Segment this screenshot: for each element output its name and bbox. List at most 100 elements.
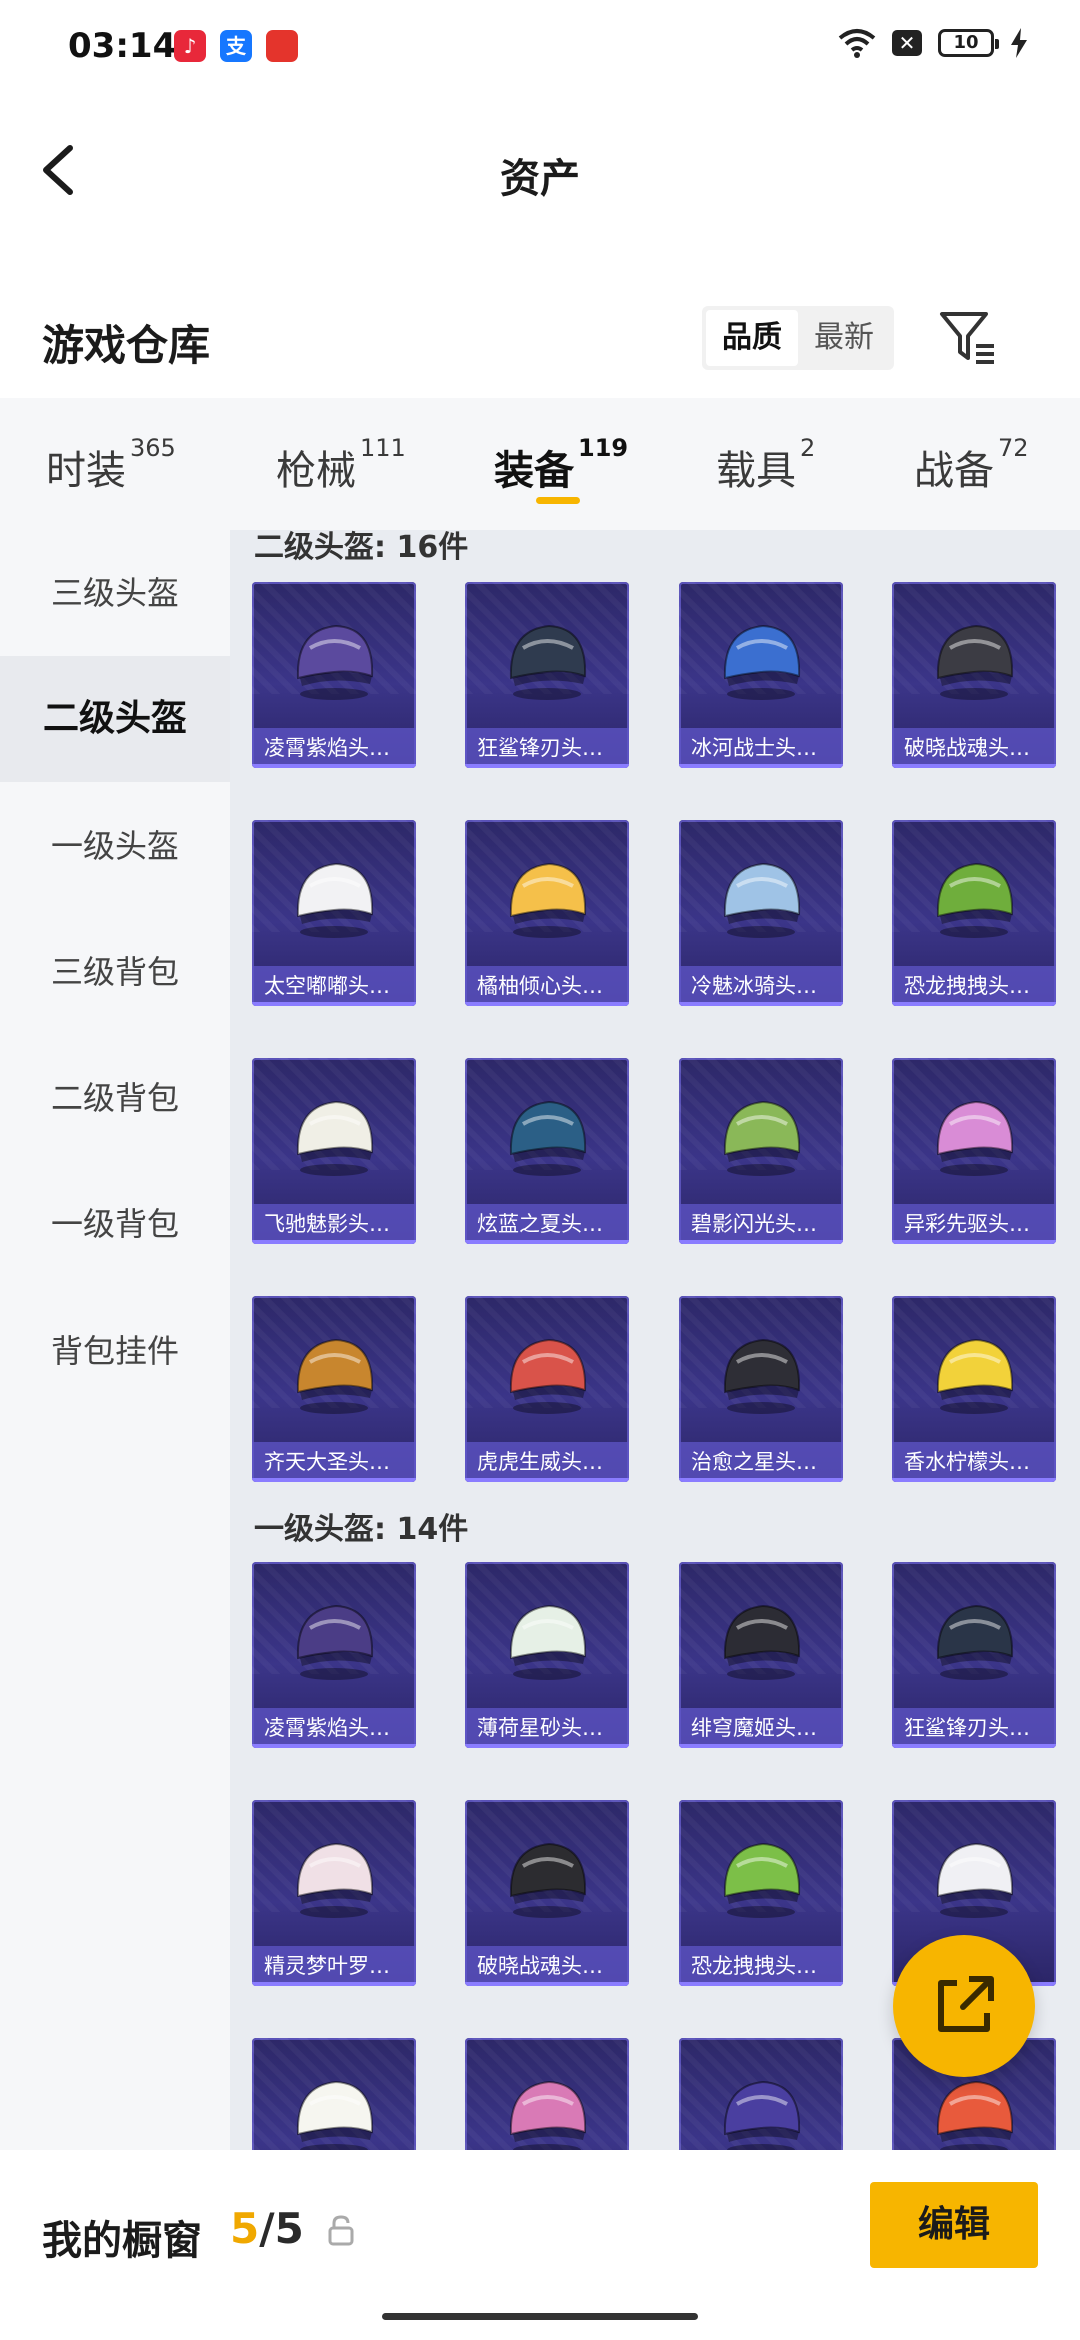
- helmet-icon: [497, 1322, 597, 1422]
- battery-level: 10: [953, 32, 979, 53]
- sidebar-item[interactable]: 三级背包: [0, 909, 230, 1035]
- rarity-bar: [679, 1002, 843, 1006]
- item-card[interactable]: 恐龙拽拽头…: [679, 1800, 843, 1986]
- notification-icons: ♪ 支: [174, 30, 298, 62]
- tab-count: 2: [800, 434, 816, 462]
- rarity-bar: [465, 1982, 629, 1986]
- helmet-icon: [924, 1322, 1024, 1422]
- item-card[interactable]: 凌霄紫焰头…: [252, 582, 416, 768]
- tab-fashion[interactable]: 时装 365: [46, 434, 176, 496]
- rarity-bar: [892, 1002, 1056, 1006]
- item-card[interactable]: 恐龙拽拽头…: [892, 820, 1056, 1006]
- rarity-bar: [252, 1982, 416, 1986]
- tab-count: 365: [130, 434, 176, 462]
- item-name: 恐龙拽拽头…: [679, 1946, 843, 1986]
- item-card[interactable]: 虎虎生威头…: [465, 1296, 629, 1482]
- item-card[interactable]: 薄荷星砂头…: [465, 1562, 629, 1748]
- status-time: 03:14: [68, 26, 177, 66]
- alipay-app-icon: 支: [220, 30, 252, 62]
- showcase-label: 我的橱窗: [42, 2218, 202, 2264]
- rarity-bar: [679, 1240, 843, 1244]
- rarity-bar: [679, 1982, 843, 1986]
- tab-label: 装备: [494, 448, 574, 494]
- charging-icon: [1011, 28, 1027, 58]
- item-name: 碧影闪光头…: [679, 1204, 843, 1244]
- helmet-icon: [711, 1826, 811, 1926]
- tab-vehicles[interactable]: 载具 2: [716, 434, 815, 496]
- item-card[interactable]: 狂鲨锋刃头…: [465, 582, 629, 768]
- helmet-icon: [497, 1084, 597, 1184]
- active-tab-indicator: [536, 497, 580, 504]
- helmet-icon: [284, 1826, 384, 1926]
- status-bar: 03:14 ♪ 支 ✕ 10: [0, 0, 1080, 96]
- item-card[interactable]: 破晓战魂头…: [892, 582, 1056, 768]
- helmet-icon: [924, 1826, 1024, 1926]
- tab-equipment[interactable]: 装备 119: [494, 434, 628, 496]
- showcase-total: /5: [259, 2204, 304, 2253]
- rarity-bar: [252, 1002, 416, 1006]
- item-card[interactable]: 凌霄紫焰头…: [252, 1562, 416, 1748]
- item-name: 狂鲨锋刃头…: [892, 1708, 1056, 1748]
- home-indicator: [382, 2313, 698, 2320]
- rarity-bar: [252, 1744, 416, 1748]
- sidebar-item[interactable]: 二级头盔: [0, 656, 230, 782]
- item-card[interactable]: 飞驰魅影头…: [252, 1058, 416, 1244]
- item-card[interactable]: 炫蓝之夏头…: [465, 1058, 629, 1244]
- helmet-icon: [284, 1322, 384, 1422]
- tab-label: 时装: [46, 448, 126, 494]
- item-name: 异彩先驱头…: [892, 1204, 1056, 1244]
- share-fab-button[interactable]: [893, 1935, 1035, 2077]
- item-card[interactable]: 异彩先驱头…: [892, 1058, 1056, 1244]
- showcase-bar: 我的橱窗 5/5 编辑: [0, 2150, 1080, 2340]
- item-card[interactable]: 齐天大圣头…: [252, 1296, 416, 1482]
- item-card[interactable]: 狂鲨锋刃头…: [892, 1562, 1056, 1748]
- category-tabs: 时装 365 枪械 111 装备 119 载具 2 战备 72: [0, 398, 1080, 530]
- item-card[interactable]: 破晓战魂头…: [465, 1800, 629, 1986]
- item-card[interactable]: 绯穹魔姬头…: [679, 1562, 843, 1748]
- showcase-count: 5/5: [230, 2204, 304, 2253]
- no-sim-icon: ✕: [892, 30, 922, 56]
- helmet-icon: [284, 608, 384, 708]
- item-name: 破晓战魂头…: [892, 728, 1056, 768]
- helmet-icon: [284, 1084, 384, 1184]
- rarity-bar: [252, 1240, 416, 1244]
- helmet-icon: [924, 608, 1024, 708]
- item-card[interactable]: [252, 2038, 416, 2150]
- item-name: 绯穹魔姬头…: [679, 1708, 843, 1748]
- rarity-bar: [465, 1478, 629, 1482]
- sort-option-newest[interactable]: 最新: [798, 310, 890, 366]
- rarity-bar: [892, 1240, 1056, 1244]
- item-card[interactable]: 冷魅冰骑头…: [679, 820, 843, 1006]
- tab-guns[interactable]: 枪械 111: [276, 434, 406, 496]
- items-grid: 二级头盔: 16件 一级头盔: 14件 凌霄紫焰头… 狂鲨锋刃头… 冰河战士头… 破晓…: [230, 530, 1080, 2150]
- filter-icon[interactable]: [936, 306, 1000, 370]
- sidebar-item[interactable]: 二级背包: [0, 1035, 230, 1161]
- edit-button[interactable]: 编辑: [870, 2182, 1038, 2268]
- tab-label: 战备: [914, 448, 994, 494]
- tab-count: 119: [578, 434, 629, 462]
- item-card[interactable]: 橘柚倾心头…: [465, 820, 629, 1006]
- item-card[interactable]: 香水柠檬头…: [892, 1296, 1056, 1482]
- helmet-icon: [284, 2064, 384, 2150]
- item-name: 精灵梦叶罗…: [252, 1946, 416, 1986]
- sidebar-item[interactable]: 一级头盔: [0, 783, 230, 909]
- sidebar-item[interactable]: 一级背包: [0, 1161, 230, 1287]
- wifi-icon: [838, 29, 876, 58]
- item-card[interactable]: 冰河战士头…: [679, 582, 843, 768]
- item-name: 橘柚倾心头…: [465, 966, 629, 1006]
- item-name: 冷魅冰骑头…: [679, 966, 843, 1006]
- tab-battle-gear[interactable]: 战备 72: [914, 434, 1029, 496]
- item-card[interactable]: [679, 2038, 843, 2150]
- status-right-icons: ✕ 10: [838, 28, 1028, 58]
- item-card[interactable]: 太空嘟嘟头…: [252, 820, 416, 1006]
- item-card[interactable]: 碧影闪光头…: [679, 1058, 843, 1244]
- page-title: 资产: [500, 156, 580, 202]
- sort-option-quality[interactable]: 品质: [706, 310, 798, 366]
- item-name: 恐龙拽拽头…: [892, 966, 1056, 1006]
- sidebar-item[interactable]: 三级头盔: [0, 530, 230, 656]
- item-card[interactable]: [465, 2038, 629, 2150]
- item-card[interactable]: 治愈之星头…: [679, 1296, 843, 1482]
- item-name: 凌霄紫焰头…: [252, 728, 416, 768]
- sidebar-item[interactable]: 背包挂件: [0, 1288, 230, 1414]
- item-card[interactable]: 精灵梦叶罗…: [252, 1800, 416, 1986]
